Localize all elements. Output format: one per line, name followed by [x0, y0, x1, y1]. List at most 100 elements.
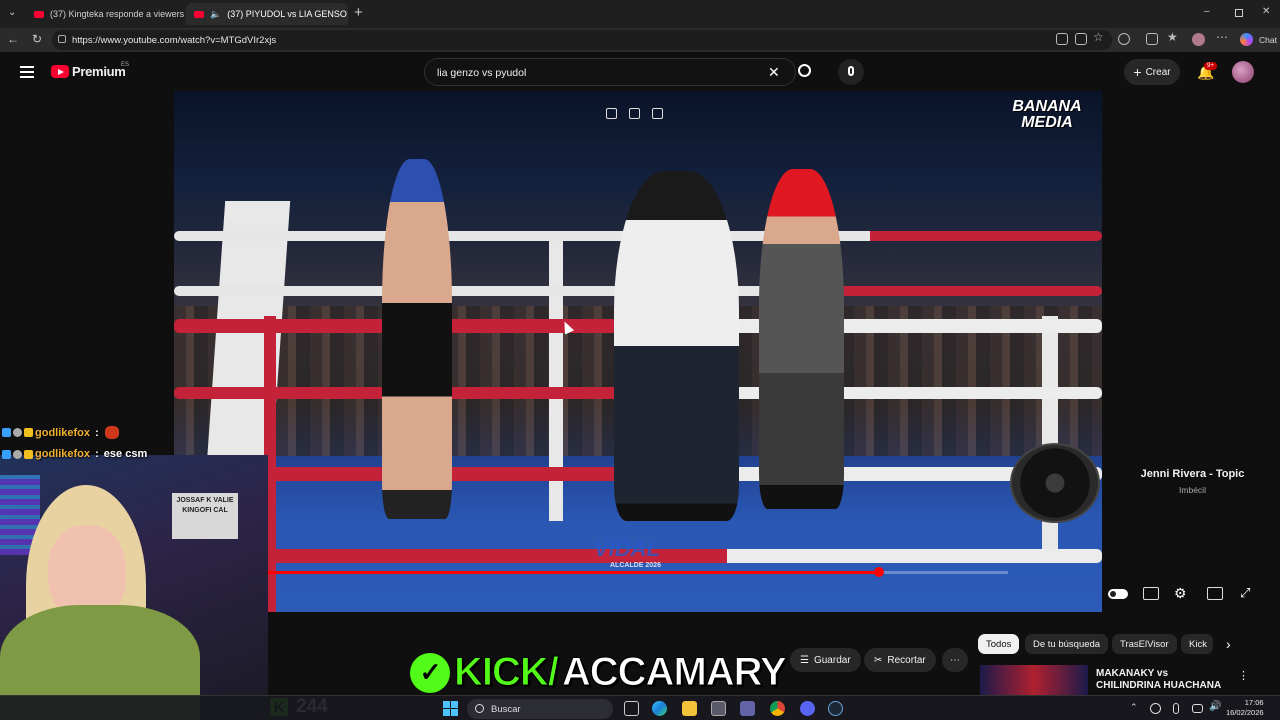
wall-sign: JOSSAF K VALIE KINGOFI CAL [172, 493, 238, 539]
tab-title: (37) Kingteka responde a viewers d [50, 9, 186, 19]
sync-icon[interactable] [1150, 703, 1161, 714]
subtitles-icon[interactable] [1143, 587, 1159, 600]
chips-next-chevron-icon[interactable]: › [1226, 636, 1231, 652]
clip-button[interactable]: ✂ Recortar [864, 648, 936, 672]
volume-tray-icon[interactable]: 🔊 [1209, 701, 1221, 712]
new-tab-icon[interactable]: + [354, 4, 363, 21]
taskbar-search[interactable]: Buscar [467, 699, 613, 719]
video-player[interactable]: BANANA MEDIA VIDAL ALCALDE 2026 [174, 91, 1102, 612]
store-icon[interactable] [711, 701, 726, 716]
more-actions-button[interactable]: ⋯ [942, 648, 968, 672]
copilot-icon[interactable] [1240, 33, 1253, 46]
miniplayer-icon[interactable] [606, 108, 617, 119]
windows-start-icon[interactable] [443, 701, 458, 716]
youtube-favicon-icon [34, 10, 44, 18]
plus-icon: + [1133, 64, 1142, 80]
close-window-icon[interactable]: ✕ [1262, 6, 1270, 17]
reload-icon[interactable]: ↻ [29, 32, 45, 46]
recommended-thumbnail[interactable] [980, 665, 1088, 695]
kick-channel-banner: ✓ KICK/ ACCAMARY [410, 650, 787, 695]
reader-icon[interactable] [1075, 33, 1087, 45]
youtube-logo-icon[interactable] [51, 65, 69, 78]
chat-badge-icon [24, 428, 33, 437]
url-field[interactable]: https://www.youtube.com/watch?v=MTGdVIr2… [52, 30, 1112, 50]
more-icon[interactable]: ⋯ [1216, 30, 1228, 44]
chip-all[interactable]: Todos [978, 634, 1020, 654]
chat-badge-icon [2, 449, 11, 459]
tray-chevron-icon[interactable]: ⌃ [1130, 702, 1138, 713]
browser-tab[interactable]: (37) Kingteka responde a viewers d ✕ [26, 3, 186, 25]
extensions-icon[interactable] [1118, 33, 1130, 45]
banner-text: VIDAL [594, 536, 660, 561]
fighter-blue-corner [382, 159, 452, 519]
recommended-title[interactable]: MAKANAKY vs CHILINDRINA HUACHANA | VELAD… [1096, 668, 1226, 692]
chat-emote-icon [104, 426, 119, 439]
clock-date: 16/02/2026 [1226, 708, 1264, 717]
browser-essentials-icon[interactable] [1146, 33, 1158, 45]
create-button[interactable]: + Crear [1124, 59, 1180, 85]
taskbar-search-placeholder: Buscar [491, 703, 521, 715]
edge-icon[interactable] [652, 701, 667, 716]
banana-media-watermark: BANANA MEDIA [1012, 98, 1082, 131]
address-bar-row: ← ↻ https://www.youtube.com/watch?v=MTGd… [0, 28, 1280, 52]
back-icon[interactable]: ← [5, 32, 21, 46]
fullscreen-icon[interactable]: ⤢ [1240, 585, 1256, 600]
search-box: ✕ [424, 58, 796, 86]
chip-kick[interactable]: Kick [1181, 634, 1213, 654]
search-icon[interactable] [798, 64, 811, 77]
youtube-premium-logo[interactable]: Premium [72, 64, 126, 79]
autoplay-toggle[interactable] [1108, 589, 1128, 599]
referee [614, 171, 739, 521]
notes-icon[interactable] [629, 108, 640, 119]
file-explorer-icon[interactable] [682, 701, 697, 716]
save-button[interactable]: ☰ Guardar [790, 648, 861, 672]
recommended-more-icon[interactable]: ⋮ [1238, 669, 1249, 682]
search-input[interactable] [437, 65, 757, 81]
translate-icon[interactable] [652, 108, 663, 119]
translate-icon[interactable] [1056, 33, 1068, 45]
discord-icon[interactable] [800, 701, 815, 716]
clock-time: 17:06 [1244, 698, 1264, 707]
now-playing-title[interactable]: Jenni Rivera - Topic [1125, 468, 1260, 480]
minimize-icon[interactable]: – [1204, 6, 1210, 17]
monitor-tray-icon[interactable] [1192, 704, 1203, 713]
chat-colon: : [92, 448, 102, 460]
settings-gear-icon[interactable]: ⚙ [1174, 585, 1190, 601]
steam-icon[interactable] [828, 701, 843, 716]
taskbar-clock[interactable]: 17:06 16/02/2026 [1226, 698, 1264, 718]
tab-list-chevron-icon[interactable]: ⌄ [8, 7, 16, 18]
chat-message-text: ese csm [103, 448, 148, 460]
kick-channel-name: ACCAMARY [561, 650, 787, 695]
favorite-star-icon[interactable]: ☆ [1093, 30, 1104, 44]
site-info-icon[interactable] [58, 35, 66, 43]
task-view-icon[interactable] [624, 701, 639, 716]
youtube-favicon-icon [194, 10, 204, 18]
chrome-icon[interactable] [770, 701, 785, 716]
clear-search-icon[interactable]: ✕ [768, 64, 780, 81]
voice-search-button[interactable] [838, 59, 864, 85]
browser-tab-bar: ⌄ (37) Kingteka responde a viewers d ✕ 🔈… [0, 0, 1280, 28]
video-progress-bar[interactable] [268, 571, 1008, 574]
profile-icon[interactable] [1192, 33, 1205, 46]
mic-tray-icon[interactable] [1173, 703, 1179, 714]
banner-subtitle: ALCALDE 2026 [610, 562, 661, 569]
favorites-bar-icon[interactable]: ★ [1167, 30, 1178, 44]
ring-rope [269, 549, 1102, 563]
chip-from-search[interactable]: De tu búsqueda [1025, 634, 1109, 654]
progress-fill [268, 571, 875, 574]
now-playing-record-art[interactable] [1010, 443, 1100, 523]
save-label: Guardar [813, 654, 851, 666]
stream-chat-message: godlikefox : ese csm [2, 448, 147, 460]
theater-mode-icon[interactable] [1207, 587, 1223, 600]
chat-label[interactable]: Chat [1259, 35, 1277, 45]
chip-channel[interactable]: TrasElVisor [1112, 634, 1177, 654]
progress-scrubber[interactable] [874, 567, 884, 577]
banner-vidal: VIDAL ALCALDE 2026 [594, 536, 661, 569]
menu-icon[interactable] [20, 66, 34, 78]
stream-chat-message: godlikefox : [2, 426, 119, 439]
teams-icon[interactable] [740, 701, 755, 716]
browser-tab-active[interactable]: 🔈 (37) PIYUDOL vs LIA GENSO | ✕ [186, 3, 348, 25]
maximize-icon[interactable] [1235, 9, 1243, 17]
speaker-icon[interactable]: 🔈 [210, 9, 221, 20]
avatar[interactable] [1232, 61, 1254, 83]
